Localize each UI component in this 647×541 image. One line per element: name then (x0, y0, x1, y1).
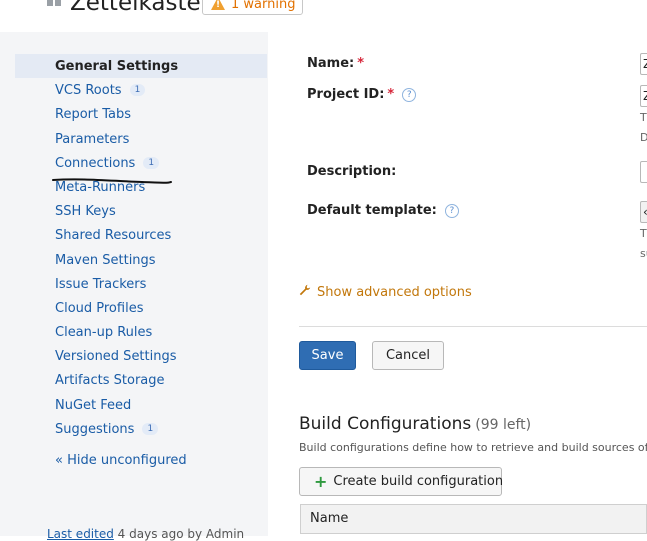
sidebar-item-general-settings[interactable]: General Settings (15, 54, 267, 78)
sidebar-item-vcs-roots[interactable]: VCS Roots 1 (15, 78, 267, 102)
sidebar-item-connections[interactable]: Connections 1 (15, 151, 267, 175)
sidebar-item-label: Issue Trackers (55, 276, 147, 292)
sidebar-item-label: Cloud Profiles (55, 300, 144, 316)
help-icon[interactable]: ? (402, 87, 417, 102)
build-configurations-description: Build configurations define how to retri… (299, 441, 647, 454)
sidebar-item-ssh-keys[interactable]: SSH Keys (15, 199, 267, 223)
sidebar-item-cloud-profiles[interactable]: Cloud Profiles (15, 296, 267, 320)
create-build-configuration-label: Create build configuration (333, 474, 504, 489)
create-build-configuration-button[interactable]: + Create build configuration (299, 467, 504, 496)
sidebar-item-label: Connections (55, 155, 136, 171)
cancel-button[interactable]: Cancel (372, 341, 444, 370)
wrench-icon (299, 284, 311, 300)
sidebar-item-label: Parameters (55, 131, 130, 147)
default-template-label-text: Default template: (307, 203, 437, 218)
sidebar-item-label: Report Tabs (55, 106, 132, 122)
sidebar-item-clean-up-rules[interactable]: Clean-up Rules (15, 320, 267, 344)
default-template-label: Default template:? (307, 203, 459, 218)
count-badge: 1 (129, 84, 146, 96)
sidebar-item-label: NuGet Feed (55, 397, 132, 413)
sidebar-item-parameters[interactable]: Parameters (15, 127, 267, 151)
required-mark: * (357, 56, 365, 71)
sidebar-item-label: General Settings (55, 58, 179, 74)
sidebar-item-issue-trackers[interactable]: Issue Trackers (15, 272, 267, 296)
sidebar-item-label: Artifacts Storage (55, 372, 165, 388)
description-field[interactable] (640, 161, 647, 183)
description-label: Description: (307, 164, 397, 179)
project-id-label-text: Project ID: (307, 87, 385, 102)
hide-unconfigured-label[interactable]: « Hide unconfigured (55, 453, 187, 468)
project-id-hint: D (640, 131, 647, 144)
sidebar-item-artifacts-storage[interactable]: Artifacts Storage (15, 368, 267, 392)
project-id-label: Project ID: *? (307, 87, 417, 102)
sidebar-item-label: Suggestions (55, 421, 135, 437)
sidebar-item-suggestions[interactable]: Suggestions 1 (15, 417, 267, 441)
count-badge: 1 (142, 423, 159, 435)
hide-unconfigured-link[interactable]: « Hide unconfigured (15, 448, 267, 472)
project-id-field[interactable]: Z (640, 85, 647, 107)
sidebar-item-label: SSH Keys (55, 203, 116, 219)
sidebar-item-versioned-settings[interactable]: Versioned Settings (15, 344, 267, 368)
sidebar-item-label: Versioned Settings (55, 348, 177, 364)
name-label: Name: * (307, 56, 364, 71)
required-mark: * (387, 87, 395, 102)
show-advanced-label: Show advanced options (317, 285, 472, 300)
warning-label: 1 warning (231, 0, 296, 12)
sidebar-item-maven-settings[interactable]: Maven Settings (15, 248, 267, 272)
template-hint: T (640, 227, 647, 240)
last-edited-text: 4 days ago by Admin (113, 527, 245, 541)
page-header: Zettelkasten ! 1 warning (0, 0, 647, 20)
count-badge: 1 (143, 157, 160, 169)
plus-icon: + (314, 472, 328, 491)
last-edited-footer: Last edited 4 days ago by Admin (47, 527, 244, 541)
section-title-text: Build Configurations (299, 414, 472, 434)
template-hint: su (640, 247, 647, 260)
sidebar-item-label: Shared Resources (55, 227, 172, 243)
sidebar-item-label: VCS Roots (55, 82, 122, 98)
divider (299, 326, 647, 327)
save-button[interactable]: Save (299, 341, 356, 370)
warning-badge[interactable]: ! 1 warning (202, 0, 304, 15)
grid-icon (47, 0, 62, 7)
sidebar-item-shared-resources[interactable]: Shared Resources (15, 223, 267, 247)
default-template-select[interactable]: ‹ (640, 201, 647, 223)
table-header-name[interactable]: Name (300, 504, 647, 534)
build-configurations-heading: Build Configurations (99 left) (299, 414, 531, 434)
sidebar-item-label: Maven Settings (55, 252, 156, 268)
page-title: Zettelkasten (70, 0, 216, 16)
sidebar-item-report-tabs[interactable]: Report Tabs (15, 102, 267, 126)
sidebar-item-label: Clean-up Rules (55, 324, 153, 340)
pen-underline-scribble (52, 178, 172, 184)
last-edited-link[interactable]: Last edited (47, 527, 114, 541)
remaining-count: (99 left) (475, 417, 532, 433)
sidebar-item-nuget-feed[interactable]: NuGet Feed (15, 393, 267, 417)
name-label-text: Name: (307, 56, 355, 71)
show-advanced-options-link[interactable]: Show advanced options (299, 284, 472, 300)
help-icon[interactable]: ? (444, 203, 459, 218)
warning-icon: ! (211, 0, 225, 10)
project-id-hint: T (640, 111, 647, 124)
name-field[interactable]: Z (640, 53, 647, 75)
